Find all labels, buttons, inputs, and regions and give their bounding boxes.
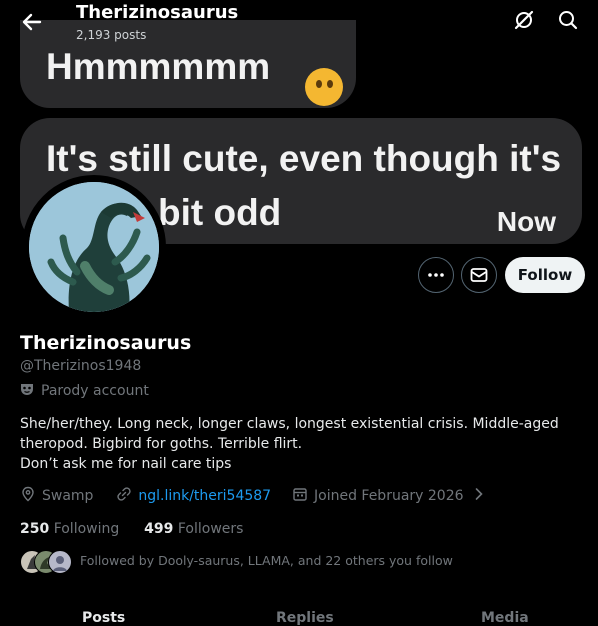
following-label: Following — [53, 521, 120, 537]
top-bar: Therizinosaurus 2,193 posts — [0, 0, 598, 44]
follow-button[interactable]: Follow — [505, 257, 585, 293]
banner-bubble-2-line1: It's still cute, even though it's — [46, 138, 562, 179]
followed-by-text: Followed by Dooly-saurus, LLAMA, and 22 … — [80, 553, 453, 568]
parody-label: Parody account — [41, 383, 149, 399]
more-button[interactable] — [418, 257, 454, 293]
banner-bubble-2-time: Now — [496, 206, 556, 237]
post-count: 2,193 posts — [76, 28, 147, 42]
profile-bio: She/her/they. Long neck, longer claws, l… — [20, 414, 580, 474]
location-icon — [20, 486, 36, 506]
calendar-icon — [292, 486, 308, 506]
bio-line: She/her/they. Long neck, longer claws, l… — [20, 416, 559, 432]
bio-line: theropod. Bigbird for goths. Terrible fl… — [20, 436, 303, 452]
grok-icon[interactable] — [512, 8, 536, 32]
parody-label-row: Parody account — [20, 383, 149, 399]
avatar-image — [29, 182, 159, 312]
bio-line: Don’t ask me for nail care tips — [20, 456, 232, 472]
profile-tabs: Posts Replies Media — [0, 604, 598, 626]
search-icon[interactable] — [556, 8, 580, 32]
follower-avatar — [48, 550, 72, 574]
following-count[interactable]: 250 Following — [20, 521, 119, 537]
profile-name: Therizinosaurus — [20, 332, 192, 354]
followers-count[interactable]: 499 Followers — [144, 521, 243, 537]
follow-counts: 250 Following 499 Followers — [20, 521, 243, 537]
message-button[interactable] — [461, 257, 497, 293]
page-title: Therizinosaurus — [76, 2, 239, 23]
followers-number: 499 — [144, 521, 174, 537]
parody-mask-icon — [20, 383, 34, 396]
chevron-right-icon[interactable] — [474, 487, 484, 505]
banner-bubble-2-line2: bit odd — [158, 192, 282, 233]
profile-link[interactable]: ngl.link/theri54587 — [138, 488, 271, 504]
joined-date: Joined February 2026 — [314, 488, 464, 504]
more-icon — [428, 273, 444, 277]
following-number: 250 — [20, 521, 50, 537]
profile-handle: @Therizinos1948 — [20, 358, 142, 374]
followers-label: Followers — [177, 521, 244, 537]
message-icon — [470, 268, 488, 282]
location-text: Swamp — [42, 488, 94, 504]
banner-bubble-1-text: Hmmmmmm — [46, 46, 271, 87]
profile-meta: Swamp ngl.link/theri54587 Joined Februar… — [20, 486, 490, 506]
thinking-face-icon — [305, 68, 343, 106]
link-icon — [116, 486, 132, 506]
back-arrow-icon[interactable] — [18, 8, 46, 36]
avatar[interactable] — [22, 175, 166, 319]
